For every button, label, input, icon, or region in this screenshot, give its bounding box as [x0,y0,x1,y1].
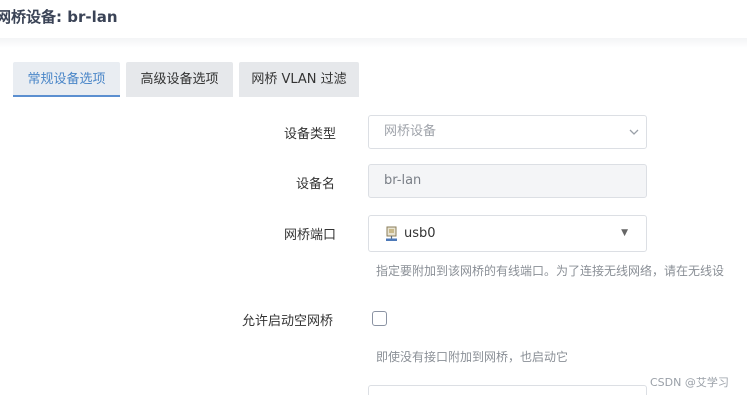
title-divider [0,38,747,48]
bridge-ports-label: 网桥端口 [284,228,337,243]
page: 网桥设备: br-lan 常规设备选项 高级设备选项 网桥 VLAN 过滤 设备… [0,0,747,395]
device-name-field: br-lan [368,164,647,198]
bridge-ports-dropdown[interactable]: usb0 ▼ [368,215,647,252]
ethernet-port-icon [386,226,397,241]
device-name-value: br-lan [384,173,422,188]
tab-general-options[interactable]: 常规设备选项 [13,62,120,97]
bring-up-empty-checkbox[interactable] [372,311,387,326]
device-type-value: 网桥设备 [384,124,437,139]
bring-up-empty-label: 允许启动空网桥 [242,314,334,329]
bridge-port-value: usb0 [404,226,436,241]
chevron-down-icon [629,129,639,135]
tab-advanced-options[interactable]: 高级设备选项 [126,62,233,97]
page-title: 网桥设备: br-lan [0,8,118,26]
watermark: CSDN @艾学习 [650,376,729,389]
next-field[interactable] [368,385,647,395]
device-type-label: 设备类型 [284,127,337,142]
title-bar: 网桥设备: br-lan [0,0,747,40]
device-type-select[interactable]: 网桥设备 [368,115,647,149]
tab-bridge-vlan-filtering[interactable]: 网桥 VLAN 过滤 [239,62,359,97]
device-name-label: 设备名 [296,177,336,192]
dropdown-caret-icon: ▼ [621,228,628,238]
bridge-ports-hint: 指定要附加到该网桥的有线端口。为了连接无线网络，请在无线设 [376,264,725,278]
bring-up-empty-hint: 即使没有接口附加到网桥，也启动它 [376,350,569,364]
